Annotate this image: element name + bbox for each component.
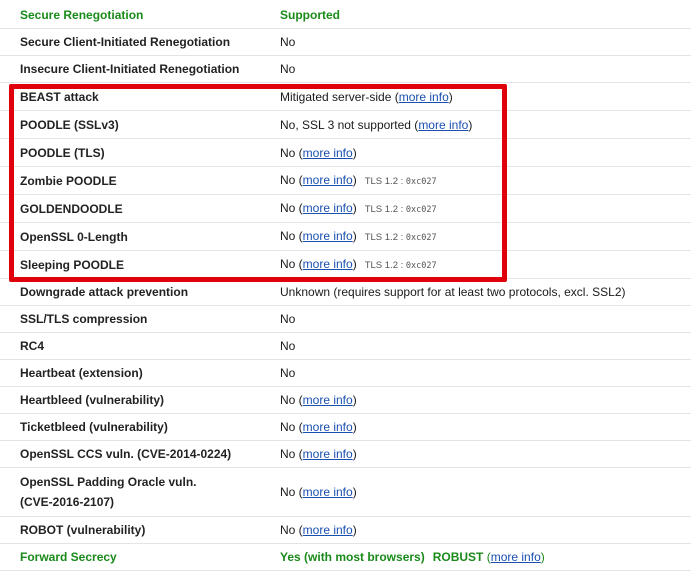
- more-info-link[interactable]: more info: [303, 420, 353, 434]
- cipher-code: 0xc027: [405, 260, 437, 271]
- row-ticketbleed: Ticketbleed (vulnerability) No (more inf…: [0, 414, 691, 441]
- row-heartbleed: Heartbleed (vulnerability) No (more info…: [0, 387, 691, 414]
- row-label: OpenSSL Padding Oracle vuln. (CVE-2016-2…: [20, 475, 197, 509]
- row-openssl-padding-oracle: OpenSSL Padding Oracle vuln. (CVE-2016-2…: [0, 468, 691, 517]
- more-info-link[interactable]: more info: [303, 201, 353, 215]
- row-label: Insecure Client-Initiated Renegotiation: [20, 62, 240, 76]
- cipher-note: TLS 1.2 : 0xc027: [364, 203, 437, 215]
- row-value: No (more info) TLS 1.2 : 0xc027: [280, 200, 437, 215]
- cipher-code: 0xc027: [405, 232, 437, 243]
- row-label: Heartbeat (extension): [20, 366, 143, 380]
- row-label: GOLDENDOODLE: [20, 201, 123, 216]
- row-secure-renegotiation: Secure Renegotiation Supported: [0, 2, 691, 29]
- more-info-link[interactable]: more info: [399, 90, 449, 104]
- more-info-link[interactable]: more info: [303, 146, 353, 160]
- row-value: No (more info) TLS 1.2 : 0xc027: [280, 172, 437, 187]
- row-label: Secure Client-Initiated Renegotiation: [20, 35, 231, 49]
- more-info-link[interactable]: more info: [418, 118, 468, 132]
- row-goldendoodle: GOLDENDOODLE No (more info) TLS 1.2 : 0xc…: [0, 195, 691, 223]
- row-label: Secure Renegotiation: [20, 8, 144, 22]
- protocol-details-table: Secure Renegotiation Supported Secure Cl…: [0, 2, 691, 571]
- row-forward-secrecy: Forward Secrecy Yes (with most browsers)…: [0, 544, 691, 571]
- cipher-code: 0xc027: [405, 176, 437, 187]
- row-label: POODLE (SSLv3): [20, 117, 119, 132]
- row-label: Heartbleed (vulnerability): [20, 393, 165, 407]
- row-value: Yes (with most browsers) ROBUST (more inf…: [280, 550, 545, 564]
- row-value: No (more info): [280, 393, 357, 407]
- row-label: Zombie POODLE: [20, 173, 117, 188]
- row-label: POODLE (TLS): [20, 145, 105, 160]
- more-info-link[interactable]: more info: [303, 447, 353, 461]
- row-value: No: [280, 366, 296, 380]
- row-label: OpenSSL CCS vuln. (CVE-2014-0224): [20, 447, 232, 461]
- more-info-link[interactable]: more info: [303, 523, 353, 537]
- row-label: Downgrade attack prevention: [20, 285, 189, 299]
- cipher-code: 0xc027: [405, 204, 437, 215]
- row-downgrade-prevention: Downgrade attack prevention Unknown (req…: [0, 279, 691, 306]
- row-label: SSL/TLS compression: [20, 312, 148, 326]
- row-poodle-sslv3: POODLE (SSLv3) No, SSL 3 not supported (…: [0, 111, 691, 139]
- row-value: Unknown (requires support for at least t…: [280, 285, 626, 299]
- row-label: BEAST attack: [20, 89, 99, 104]
- row-sleeping-poodle: Sleeping POODLE No (more info) TLS 1.2 : …: [0, 251, 691, 279]
- row-insecure-client-renegotiation: Insecure Client-Initiated Renegotiation …: [0, 56, 691, 83]
- row-value: No (more info): [280, 420, 357, 434]
- row-value: No (more info): [280, 485, 357, 499]
- row-value: Mitigated server-side (more info): [280, 89, 453, 104]
- row-beast-attack: BEAST attack Mitigated server-side (more…: [0, 83, 691, 111]
- row-value: No (more info) TLS 1.2 : 0xc027: [280, 256, 437, 271]
- row-label: RC4: [20, 339, 45, 353]
- row-label: ROBOT (vulnerability): [20, 523, 146, 537]
- more-info-link[interactable]: more info: [303, 173, 353, 187]
- row-openssl-ccs: OpenSSL CCS vuln. (CVE-2014-0224) No (mo…: [0, 441, 691, 468]
- row-zombie-poodle: Zombie POODLE No (more info) TLS 1.2 : 0x…: [0, 167, 691, 195]
- row-ssl-tls-compression: SSL/TLS compression No: [0, 306, 691, 333]
- row-heartbeat: Heartbeat (extension) No: [0, 360, 691, 387]
- cipher-note: TLS 1.2 : 0xc027: [364, 175, 437, 187]
- cipher-note: TLS 1.2 : 0xc027: [364, 231, 437, 243]
- row-value: No: [280, 339, 296, 353]
- row-label: Sleeping POODLE: [20, 257, 125, 272]
- row-value: No (more info): [280, 523, 357, 537]
- row-value: No, SSL 3 not supported (more info): [280, 117, 473, 132]
- row-robot: ROBOT (vulnerability) No (more info): [0, 517, 691, 544]
- row-rc4: RC4 No: [0, 333, 691, 360]
- cipher-note: TLS 1.2 : 0xc027: [364, 259, 437, 271]
- row-label: OpenSSL 0-Length: [20, 229, 128, 244]
- more-info-link[interactable]: more info: [491, 550, 541, 564]
- row-label: Forward Secrecy: [20, 550, 117, 564]
- row-value: Supported: [280, 8, 340, 22]
- row-value: No: [280, 312, 296, 326]
- row-secure-client-renegotiation: Secure Client-Initiated Renegotiation No: [0, 29, 691, 56]
- row-value: No: [280, 35, 296, 49]
- more-info-link[interactable]: more info: [303, 257, 353, 271]
- row-value: No (more info) TLS 1.2 : 0xc027: [280, 228, 437, 243]
- row-value: No: [280, 62, 296, 76]
- row-value: No (more info): [280, 145, 357, 160]
- row-value: No (more info): [280, 447, 357, 461]
- robust-badge: ROBUST: [432, 550, 484, 564]
- more-info-link[interactable]: more info: [303, 229, 353, 243]
- more-info-link[interactable]: more info: [303, 393, 353, 407]
- row-label: Ticketbleed (vulnerability): [20, 420, 168, 434]
- more-info-link[interactable]: more info: [303, 485, 353, 499]
- row-openssl-0-length: OpenSSL 0-Length No (more info) TLS 1.2 :…: [0, 223, 691, 251]
- row-poodle-tls: POODLE (TLS) No (more info): [0, 139, 691, 167]
